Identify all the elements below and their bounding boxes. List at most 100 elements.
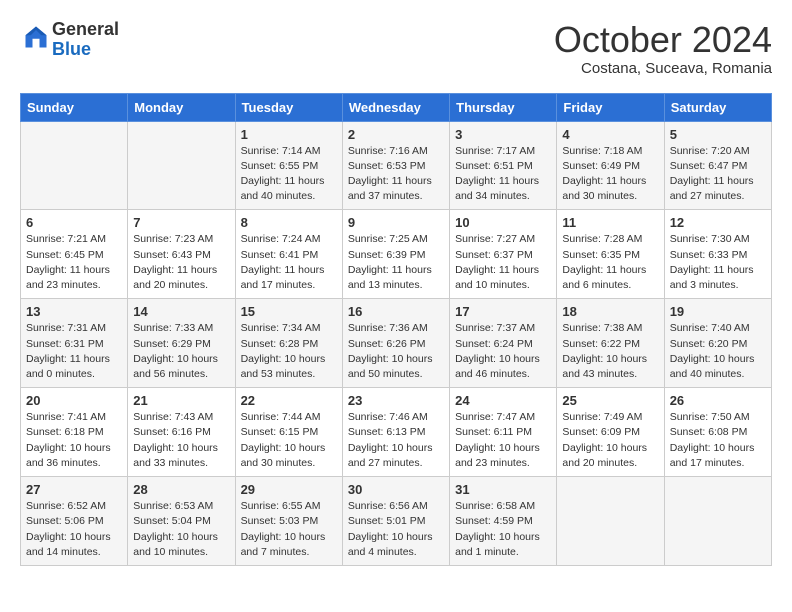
day-info: Sunrise: 7:40 AM Sunset: 6:20 PM Dayligh…	[670, 321, 766, 382]
calendar-cell: 5 Sunrise: 7:20 AM Sunset: 6:47 PM Daylig…	[664, 121, 771, 210]
calendar-cell	[557, 477, 664, 566]
day-info: Sunrise: 7:18 AM Sunset: 6:49 PM Dayligh…	[562, 144, 658, 205]
day-number: 2	[348, 127, 444, 142]
calendar-week-3: 13Sunrise: 7:31 AM Sunset: 6:31 PM Dayli…	[21, 299, 772, 388]
day-info: Sunrise: 7:24 AM Sunset: 6:41 PM Dayligh…	[241, 232, 337, 293]
day-number: 18	[562, 304, 658, 319]
calendar-cell: 12 Sunrise: 7:30 AM Sunset: 6:33 PM Dayli…	[664, 210, 771, 299]
day-number: 21	[133, 393, 229, 408]
day-number: 24	[455, 393, 551, 408]
calendar-cell: 11 Sunrise: 7:28 AM Sunset: 6:35 PM Dayli…	[557, 210, 664, 299]
calendar-cell: 19 Sunrise: 7:40 AM Sunset: 6:20 PM Dayli…	[664, 299, 771, 388]
day-info: Sunrise: 7:37 AM Sunset: 6:24 PM Dayligh…	[455, 321, 551, 382]
day-number: 15	[241, 304, 337, 319]
day-info: Sunrise: 7:41 AM Sunset: 6:18 PM Dayligh…	[26, 410, 122, 471]
page-header: General Blue October 2024 Costana, Sucea…	[20, 20, 772, 77]
calendar-week-5: 27Sunrise: 6:52 AM Sunset: 5:06 PM Dayli…	[21, 477, 772, 566]
weekday-header-saturday: Saturday	[664, 93, 771, 121]
day-info: Sunrise: 7:49 AM Sunset: 6:09 PM Dayligh…	[562, 410, 658, 471]
day-number: 30	[348, 482, 444, 497]
logo: General Blue	[20, 20, 119, 60]
day-number: 12	[670, 215, 766, 230]
day-number: 1	[241, 127, 337, 142]
calendar-cell: 22 Sunrise: 7:44 AM Sunset: 6:15 PM Dayli…	[235, 388, 342, 477]
month-title: October 2024	[554, 20, 772, 60]
day-number: 5	[670, 127, 766, 142]
day-info: Sunrise: 7:46 AM Sunset: 6:13 PM Dayligh…	[348, 410, 444, 471]
day-info: Sunrise: 7:23 AM Sunset: 6:43 PM Dayligh…	[133, 232, 229, 293]
calendar-cell: 16 Sunrise: 7:36 AM Sunset: 6:26 PM Dayli…	[342, 299, 449, 388]
calendar-week-1: 1 Sunrise: 7:14 AM Sunset: 6:55 PM Daylig…	[21, 121, 772, 210]
day-info: Sunrise: 7:38 AM Sunset: 6:22 PM Dayligh…	[562, 321, 658, 382]
day-info: Sunrise: 7:34 AM Sunset: 6:28 PM Dayligh…	[241, 321, 337, 382]
weekday-header-wednesday: Wednesday	[342, 93, 449, 121]
calendar-cell: 24Sunrise: 7:47 AM Sunset: 6:11 PM Dayli…	[450, 388, 557, 477]
calendar-cell: 21 Sunrise: 7:43 AM Sunset: 6:16 PM Dayli…	[128, 388, 235, 477]
day-info: Sunrise: 7:16 AM Sunset: 6:53 PM Dayligh…	[348, 144, 444, 205]
weekday-header-row: SundayMondayTuesdayWednesdayThursdayFrid…	[21, 93, 772, 121]
calendar-cell: 28 Sunrise: 6:53 AM Sunset: 5:04 PM Dayli…	[128, 477, 235, 566]
day-info: Sunrise: 7:17 AM Sunset: 6:51 PM Dayligh…	[455, 144, 551, 205]
day-number: 11	[562, 215, 658, 230]
calendar-cell: 31 Sunrise: 6:58 AM Sunset: 4:59 PM Dayli…	[450, 477, 557, 566]
day-number: 22	[241, 393, 337, 408]
day-info: Sunrise: 7:43 AM Sunset: 6:16 PM Dayligh…	[133, 410, 229, 471]
calendar-cell: 26Sunrise: 7:50 AM Sunset: 6:08 PM Dayli…	[664, 388, 771, 477]
title-block: October 2024 Costana, Suceava, Romania	[554, 20, 772, 77]
calendar-cell: 15 Sunrise: 7:34 AM Sunset: 6:28 PM Dayli…	[235, 299, 342, 388]
day-number: 8	[241, 215, 337, 230]
day-info: Sunrise: 7:30 AM Sunset: 6:33 PM Dayligh…	[670, 232, 766, 293]
day-number: 4	[562, 127, 658, 142]
day-number: 31	[455, 482, 551, 497]
day-number: 19	[670, 304, 766, 319]
day-info: Sunrise: 7:44 AM Sunset: 6:15 PM Dayligh…	[241, 410, 337, 471]
weekday-header-friday: Friday	[557, 93, 664, 121]
day-info: Sunrise: 7:25 AM Sunset: 6:39 PM Dayligh…	[348, 232, 444, 293]
day-number: 13	[26, 304, 122, 319]
logo-blue-text: Blue	[52, 39, 91, 59]
day-info: Sunrise: 6:56 AM Sunset: 5:01 PM Dayligh…	[348, 499, 444, 560]
weekday-header-monday: Monday	[128, 93, 235, 121]
day-info: Sunrise: 6:58 AM Sunset: 4:59 PM Dayligh…	[455, 499, 551, 560]
calendar-cell: 30 Sunrise: 6:56 AM Sunset: 5:01 PM Dayli…	[342, 477, 449, 566]
day-number: 14	[133, 304, 229, 319]
day-info: Sunrise: 7:20 AM Sunset: 6:47 PM Dayligh…	[670, 144, 766, 205]
day-info: Sunrise: 7:14 AM Sunset: 6:55 PM Dayligh…	[241, 144, 337, 205]
calendar-cell: 13Sunrise: 7:31 AM Sunset: 6:31 PM Dayli…	[21, 299, 128, 388]
day-info: Sunrise: 7:28 AM Sunset: 6:35 PM Dayligh…	[562, 232, 658, 293]
day-number: 20	[26, 393, 122, 408]
calendar-cell	[664, 477, 771, 566]
logo-general-text: General	[52, 19, 119, 39]
calendar-cell: 4 Sunrise: 7:18 AM Sunset: 6:49 PM Daylig…	[557, 121, 664, 210]
calendar-cell: 6 Sunrise: 7:21 AM Sunset: 6:45 PM Daylig…	[21, 210, 128, 299]
day-number: 26	[670, 393, 766, 408]
day-number: 6	[26, 215, 122, 230]
day-number: 17	[455, 304, 551, 319]
day-number: 9	[348, 215, 444, 230]
calendar-cell: 1 Sunrise: 7:14 AM Sunset: 6:55 PM Daylig…	[235, 121, 342, 210]
day-number: 28	[133, 482, 229, 497]
day-number: 3	[455, 127, 551, 142]
day-number: 29	[241, 482, 337, 497]
weekday-header-thursday: Thursday	[450, 93, 557, 121]
day-number: 27	[26, 482, 122, 497]
calendar-cell	[128, 121, 235, 210]
calendar-week-2: 6 Sunrise: 7:21 AM Sunset: 6:45 PM Daylig…	[21, 210, 772, 299]
logo-icon	[22, 23, 50, 51]
day-info: Sunrise: 7:36 AM Sunset: 6:26 PM Dayligh…	[348, 321, 444, 382]
day-number: 16	[348, 304, 444, 319]
calendar-cell: 23 Sunrise: 7:46 AM Sunset: 6:13 PM Dayli…	[342, 388, 449, 477]
calendar-cell: 8 Sunrise: 7:24 AM Sunset: 6:41 PM Daylig…	[235, 210, 342, 299]
day-number: 23	[348, 393, 444, 408]
day-info: Sunrise: 7:21 AM Sunset: 6:45 PM Dayligh…	[26, 232, 122, 293]
weekday-header-tuesday: Tuesday	[235, 93, 342, 121]
calendar-cell: 14Sunrise: 7:33 AM Sunset: 6:29 PM Dayli…	[128, 299, 235, 388]
day-info: Sunrise: 7:27 AM Sunset: 6:37 PM Dayligh…	[455, 232, 551, 293]
calendar-cell	[21, 121, 128, 210]
calendar-cell: 3 Sunrise: 7:17 AM Sunset: 6:51 PM Daylig…	[450, 121, 557, 210]
day-number: 7	[133, 215, 229, 230]
calendar-table: SundayMondayTuesdayWednesdayThursdayFrid…	[20, 93, 772, 566]
day-number: 10	[455, 215, 551, 230]
calendar-cell: 17 Sunrise: 7:37 AM Sunset: 6:24 PM Dayli…	[450, 299, 557, 388]
day-info: Sunrise: 6:53 AM Sunset: 5:04 PM Dayligh…	[133, 499, 229, 560]
